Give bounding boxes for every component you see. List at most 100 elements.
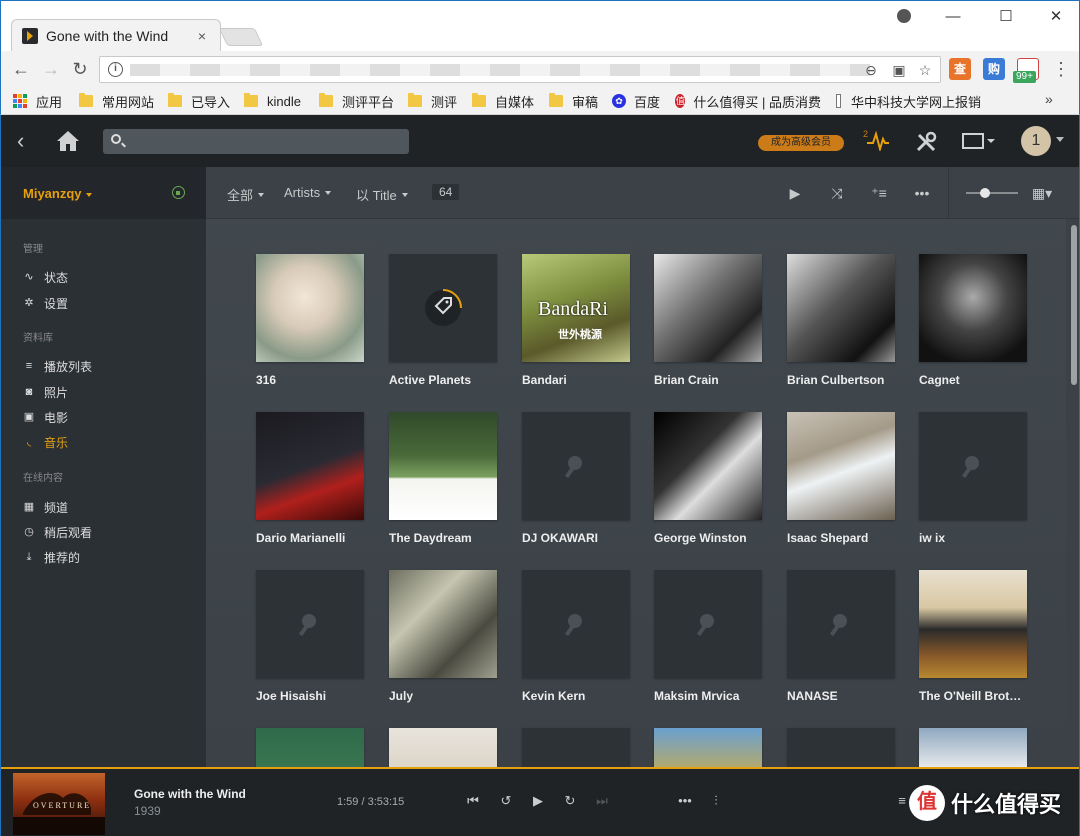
sidebar-item-recommended[interactable]: ⤓ 推荐的 bbox=[23, 548, 80, 566]
artist-placeholder-thumb[interactable] bbox=[256, 570, 364, 678]
tab-close-button[interactable]: × bbox=[194, 28, 210, 44]
artist-name[interactable]: The Daydream bbox=[389, 531, 497, 545]
artist-card[interactable]: Cagnet bbox=[919, 254, 1027, 387]
artist-placeholder-thumb[interactable] bbox=[522, 728, 630, 767]
rewind-icon[interactable]: ↺ bbox=[497, 793, 515, 809]
sidebar-item-settings[interactable]: ✲ 设置 bbox=[23, 294, 68, 312]
type-dropdown[interactable]: Artists bbox=[284, 185, 332, 200]
artist-card[interactable]: BandaRi 世外桃源 Bandari bbox=[522, 254, 630, 387]
player-more-icon[interactable]: ••• bbox=[676, 793, 694, 809]
artist-thumb[interactable] bbox=[919, 254, 1027, 362]
play-icon[interactable]: ▶ bbox=[529, 793, 547, 809]
artist-card[interactable]: The Daydream bbox=[389, 412, 497, 545]
filter-all-dropdown[interactable]: 全部 bbox=[227, 185, 265, 204]
sort-dropdown[interactable]: 以 Title bbox=[356, 185, 408, 204]
minimize-button[interactable]: — bbox=[933, 5, 973, 29]
zoom-icon[interactable]: ⊖ bbox=[862, 61, 880, 79]
artist-thumb[interactable] bbox=[256, 412, 364, 520]
bookmark-folder-common[interactable]: 常用网站 bbox=[79, 92, 154, 110]
search-input[interactable] bbox=[103, 129, 409, 154]
sidebar-item-channels[interactable]: ▦ 频道 bbox=[23, 498, 68, 516]
user-menu-caret-icon[interactable] bbox=[1056, 137, 1064, 142]
artist-placeholder-thumb[interactable] bbox=[522, 412, 630, 520]
artist-card[interactable]: July bbox=[389, 570, 497, 703]
artist-thumb[interactable] bbox=[256, 728, 364, 767]
bookmark-hust[interactable]: 华中科技大学网上报销 bbox=[836, 92, 981, 110]
artist-card[interactable] bbox=[919, 728, 1027, 767]
more-options-icon[interactable]: ••• bbox=[913, 185, 931, 201]
artist-name[interactable]: Cagnet bbox=[919, 373, 1027, 387]
activity-pulse-icon[interactable] bbox=[867, 131, 889, 151]
artist-card[interactable] bbox=[522, 728, 630, 767]
artist-card[interactable]: Isaac Shepard bbox=[787, 412, 895, 545]
artist-thumb[interactable]: BandaRi 世外桃源 bbox=[522, 254, 630, 362]
now-playing-title[interactable]: Gone with the Wind bbox=[134, 787, 246, 801]
artist-card[interactable]: NANASE bbox=[787, 570, 895, 703]
artist-thumb[interactable] bbox=[389, 570, 497, 678]
artist-name[interactable]: Isaac Shepard bbox=[787, 531, 895, 545]
artist-card[interactable]: iw ix bbox=[919, 412, 1027, 545]
bookmark-baidu[interactable]: ✿ 百度 bbox=[612, 92, 660, 110]
tools-icon[interactable] bbox=[915, 131, 937, 153]
sidebar-item-movies[interactable]: ▣ 电影 bbox=[23, 408, 68, 426]
slider-knob[interactable] bbox=[980, 188, 990, 198]
artist-card[interactable]: Joe Hisaishi bbox=[256, 570, 364, 703]
scrollbar-thumb[interactable] bbox=[1071, 225, 1077, 385]
back-chevron-icon[interactable]: ‹ bbox=[17, 129, 39, 153]
artist-card[interactable] bbox=[787, 728, 895, 767]
artist-card[interactable]: Dario Marianelli bbox=[256, 412, 364, 545]
view-grid-icon[interactable]: ▦▾ bbox=[1028, 185, 1056, 201]
artist-name[interactable]: 316 bbox=[256, 373, 364, 387]
bookmark-folder-kindle[interactable]: kindle bbox=[244, 92, 301, 110]
artist-card[interactable] bbox=[389, 728, 497, 767]
artist-thumb[interactable] bbox=[654, 728, 762, 767]
browser-tab[interactable]: Gone with the Wind × bbox=[11, 19, 221, 52]
user-avatar[interactable]: 1 bbox=[1021, 126, 1051, 156]
bookmark-folder-review[interactable]: 测评 bbox=[408, 92, 457, 110]
site-info-icon[interactable]: i bbox=[108, 62, 123, 77]
translate-icon[interactable]: ▣ bbox=[890, 61, 908, 79]
artist-thumb[interactable] bbox=[787, 412, 895, 520]
sidebar-item-status[interactable]: ∿ 状态 bbox=[23, 268, 68, 286]
sidebar-item-music[interactable]: ◟ 音乐 bbox=[23, 433, 68, 451]
artist-name[interactable]: George Winston bbox=[654, 531, 762, 545]
artist-card[interactable]: The O'Neill Brothers bbox=[919, 570, 1027, 703]
next-track-icon[interactable]: ⏭ bbox=[593, 793, 611, 809]
artist-card[interactable]: 316 bbox=[256, 254, 364, 387]
bookmark-apps[interactable]: 应用 bbox=[13, 92, 62, 110]
artist-thumb[interactable] bbox=[654, 412, 762, 520]
add-to-queue-icon[interactable]: ⁺≡ bbox=[870, 185, 888, 201]
artist-card[interactable] bbox=[654, 728, 762, 767]
artist-name[interactable]: Kevin Kern bbox=[522, 689, 630, 703]
artist-name[interactable]: DJ OKAWARI bbox=[522, 531, 630, 545]
bookmark-folder-reviewing[interactable]: 审稿 bbox=[549, 92, 598, 110]
extension-search-icon[interactable]: 查 bbox=[949, 58, 971, 80]
fast-forward-icon[interactable]: ↻ bbox=[561, 793, 579, 809]
artist-thumb[interactable] bbox=[389, 728, 497, 767]
artist-placeholder-thumb[interactable] bbox=[654, 570, 762, 678]
artist-name[interactable]: Joe Hisaishi bbox=[256, 689, 364, 703]
artist-name[interactable]: Brian Culbertson bbox=[787, 373, 895, 387]
now-playing-art[interactable]: OVERTURE bbox=[13, 773, 105, 835]
cast-icon[interactable] bbox=[961, 132, 997, 150]
go-premium-button[interactable]: 成为高级会员 bbox=[758, 135, 844, 151]
artist-name[interactable]: Bandari bbox=[522, 373, 630, 387]
forward-arrow-icon[interactable]: → bbox=[41, 59, 61, 79]
bookmarks-overflow-icon[interactable]: » bbox=[1045, 91, 1053, 107]
extension-shop-icon[interactable]: 购 bbox=[983, 58, 1005, 80]
bookmark-folder-media[interactable]: 自媒体 bbox=[472, 92, 534, 110]
artist-card[interactable]: DJ OKAWARI bbox=[522, 412, 630, 545]
maximize-button[interactable]: ☐ bbox=[986, 5, 1026, 29]
artist-placeholder-thumb[interactable] bbox=[919, 412, 1027, 520]
artist-thumb[interactable] bbox=[256, 254, 364, 362]
new-tab-button[interactable] bbox=[218, 28, 264, 46]
back-arrow-icon[interactable]: ← bbox=[11, 59, 31, 79]
artist-placeholder-thumb[interactable] bbox=[787, 728, 895, 767]
playback-progress[interactable] bbox=[1, 767, 11, 769]
bookmark-smzdm[interactable]: 值什么值得买 | 品质消费 bbox=[675, 92, 821, 110]
reload-icon[interactable]: ↻ bbox=[70, 59, 90, 79]
artist-thumb[interactable] bbox=[919, 728, 1027, 767]
artist-name[interactable]: Brian Crain bbox=[654, 373, 762, 387]
menu-kebab-icon[interactable]: ⋮ bbox=[1051, 59, 1071, 79]
artist-card[interactable]: Maksim Mrvica bbox=[654, 570, 762, 703]
